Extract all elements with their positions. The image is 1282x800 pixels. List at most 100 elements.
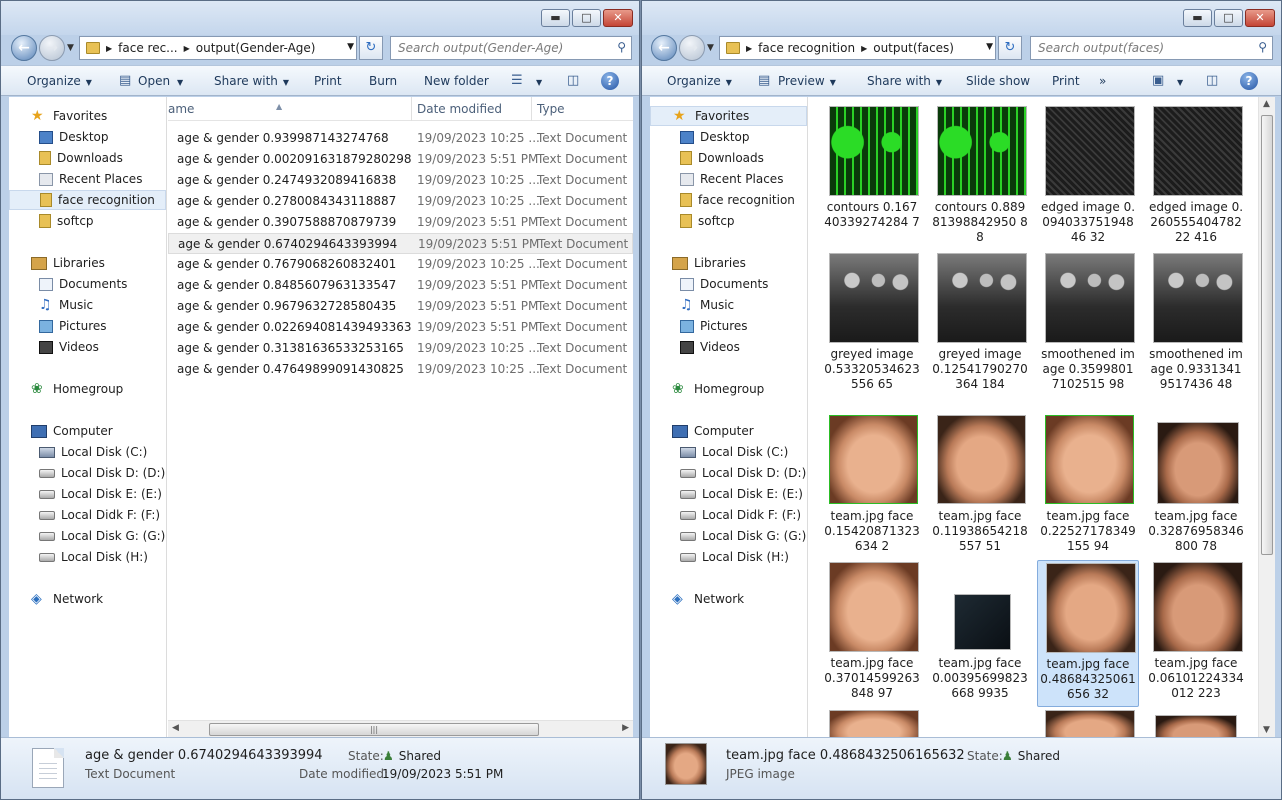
scroll-up-icon[interactable]: ▲ <box>1263 99 1270 109</box>
breadcrumb-output-faces[interactable]: output(faces) <box>873 41 954 55</box>
back-button[interactable]: ← <box>11 35 37 61</box>
nav-libraries[interactable]: Libraries <box>650 253 807 273</box>
file-row[interactable]: age & gender 0.2780084343118887 19/09/202… <box>168 191 633 212</box>
file-row[interactable]: age & gender 0.3907588870879739 19/09/202… <box>168 212 633 233</box>
change-view-icon[interactable]: ▣ <box>1152 73 1164 88</box>
share-with-button[interactable]: Share with ▼ <box>867 74 942 88</box>
title-bar[interactable]: ▬ □ ✕ <box>642 1 1281 35</box>
search-icon[interactable]: ⚲ <box>1258 40 1267 54</box>
help-button[interactable]: ? <box>1240 72 1258 90</box>
nav-libraries[interactable]: Libraries <box>9 253 166 273</box>
nav-videos[interactable]: Videos <box>9 337 166 357</box>
scrollbar-thumb[interactable]: ||| <box>209 723 539 736</box>
view-dropdown-button[interactable]: ▼ <box>1172 74 1183 88</box>
thumbnail-image-partial[interactable] <box>1045 710 1135 737</box>
help-button[interactable]: ? <box>601 72 619 90</box>
nav-downloads[interactable]: Downloads <box>9 148 166 168</box>
nav-disk-e[interactable]: Local Disk E: (E:) <box>9 484 166 504</box>
nav-disk-e[interactable]: Local Disk E: (E:) <box>650 484 807 504</box>
close-button[interactable]: ✕ <box>1245 9 1275 27</box>
preview-pane-icon[interactable]: ◫ <box>1206 73 1218 88</box>
nav-favorites[interactable]: ★ Favorites <box>650 106 807 126</box>
file-row[interactable]: age & gender 0.8485607963133547 19/09/202… <box>168 275 633 296</box>
print-button[interactable]: Print <box>1052 74 1080 88</box>
nav-softcp[interactable]: softcp <box>9 211 166 231</box>
nav-disk-f[interactable]: Local Didk F: (F:) <box>650 505 807 525</box>
nav-disk-f[interactable]: Local Didk F: (F:) <box>9 505 166 525</box>
nav-face-recognition[interactable]: face recognition <box>9 190 166 210</box>
breadcrumb-output-gender-age[interactable]: output(Gender-Age) <box>196 41 316 55</box>
minimize-button[interactable]: ▬ <box>541 9 570 27</box>
breadcrumb-chevron-icon[interactable]: ▶ <box>184 44 190 53</box>
thumbnail-item[interactable]: team.jpg face 0.37014599263848 97 <box>821 560 923 707</box>
nav-disk-h[interactable]: Local Disk (H:) <box>9 547 166 567</box>
file-row[interactable]: age & gender 0.9679632728580435 19/09/202… <box>168 296 633 317</box>
thumbnail-item[interactable]: smoothened image 0.93313419517436 48 <box>1145 251 1247 398</box>
view-dropdown-button[interactable]: ▼ <box>531 74 542 88</box>
thumbnail-item[interactable]: team.jpg face 0.15420871323634 2 <box>821 413 923 560</box>
forward-button[interactable]: → <box>39 35 65 61</box>
nav-disk-h[interactable]: Local Disk (H:) <box>650 547 807 567</box>
nav-music[interactable]: ♫ Music <box>9 295 166 315</box>
breadcrumb-chevron-icon[interactable]: ▶ <box>861 44 867 53</box>
nav-softcp[interactable]: softcp <box>650 211 807 231</box>
nav-documents[interactable]: Documents <box>9 274 166 294</box>
nav-recent-places[interactable]: Recent Places <box>650 169 807 189</box>
nav-computer[interactable]: Computer <box>9 421 166 441</box>
file-row-selected[interactable]: age & gender 0.6740294643393994 19/09/202… <box>168 233 633 254</box>
nav-recent-places[interactable]: Recent Places <box>9 169 166 189</box>
address-bar[interactable]: ▶ face rec... ▶ output(Gender-Age) ▼ <box>79 36 357 60</box>
nav-downloads[interactable]: Downloads <box>650 148 807 168</box>
refresh-button[interactable]: ↻ <box>359 36 383 60</box>
nav-favorites[interactable]: ★ Favorites <box>9 106 166 126</box>
scroll-right-icon[interactable]: ▶ <box>622 723 629 733</box>
search-icon[interactable]: ⚲ <box>617 40 626 54</box>
thumbnail-item[interactable]: team.jpg face 0.06101224334012 223 <box>1145 560 1247 707</box>
vertical-scrollbar[interactable]: ▲ ▼ <box>1258 97 1275 737</box>
file-row[interactable]: age & gender 0.7679068260832401 19/09/202… <box>168 254 633 275</box>
thumbnail-item[interactable]: team.jpg face 0.00395699823668 9935 <box>929 560 1031 707</box>
title-bar[interactable]: ▬ □ ✕ <box>1 1 639 35</box>
more-commands-button[interactable]: » <box>1099 74 1106 88</box>
breadcrumb-chevron-icon[interactable]: ▶ <box>106 44 112 53</box>
thumbnail-item[interactable]: team.jpg face 0.11938654218557 51 <box>929 413 1031 560</box>
column-date-modified[interactable]: Date modified <box>417 102 502 116</box>
address-dropdown-icon[interactable]: ▼ <box>986 42 993 52</box>
recent-pages-dropdown-icon[interactable]: ▼ <box>67 43 74 53</box>
file-row[interactable]: age & gender 0.2474932089416838 19/09/202… <box>168 170 633 191</box>
organize-button[interactable]: Organize ▼ <box>27 74 92 88</box>
nav-disk-c[interactable]: Local Disk (C:) <box>650 442 807 462</box>
file-row[interactable]: age & gender 0.47649899091430825 19/09/20… <box>168 359 633 380</box>
file-row[interactable]: age & gender 0.31381636533253165 19/09/20… <box>168 338 633 359</box>
recent-pages-dropdown-icon[interactable]: ▼ <box>707 43 714 53</box>
thumbnail-item[interactable]: contours 0.88981398842950 88 <box>929 104 1031 251</box>
nav-disk-d[interactable]: Local Disk D: (D:) <box>9 463 166 483</box>
breadcrumb-face-recognition[interactable]: face recognition <box>758 41 855 55</box>
back-button[interactable]: ← <box>651 35 677 61</box>
organize-button[interactable]: Organize ▼ <box>667 74 732 88</box>
file-row[interactable]: age & gender 0.002091631879280298 19/09/2… <box>168 149 633 170</box>
open-dropdown-button[interactable]: ▼ <box>172 74 183 88</box>
file-row[interactable]: age & gender 0.022694081439493363 19/09/2… <box>168 317 633 338</box>
nav-documents[interactable]: Documents <box>650 274 807 294</box>
column-type[interactable]: Type <box>537 102 565 116</box>
nav-pictures[interactable]: Pictures <box>650 316 807 336</box>
thumbnail-item[interactable]: team.jpg face 0.32876958346800 78 <box>1145 413 1247 560</box>
preview-button[interactable]: Preview ▼ <box>778 74 836 88</box>
nav-pictures[interactable]: Pictures <box>9 316 166 336</box>
burn-button[interactable]: Burn <box>369 74 397 88</box>
horizontal-scrollbar[interactable]: ◀ ||| ▶ <box>168 720 633 737</box>
thumbnail-item[interactable]: team.jpg face 0.22527178349155 94 <box>1037 413 1139 560</box>
maximize-button[interactable]: □ <box>1214 9 1243 27</box>
maximize-button[interactable]: □ <box>572 9 601 27</box>
nav-network[interactable]: ◈ Network <box>9 589 166 609</box>
close-button[interactable]: ✕ <box>603 9 633 27</box>
search-input[interactable]: Search output(Gender-Age) ⚲ <box>390 36 632 60</box>
share-with-button[interactable]: Share with ▼ <box>214 74 289 88</box>
column-name[interactable]: ame <box>168 102 194 116</box>
nav-computer[interactable]: Computer <box>650 421 807 441</box>
preview-pane-icon[interactable]: ◫ <box>567 73 579 88</box>
thumbnail-item-selected[interactable]: team.jpg face 0.48684325061656 32 <box>1037 560 1139 707</box>
address-dropdown-icon[interactable]: ▼ <box>347 42 354 52</box>
refresh-button[interactable]: ↻ <box>998 36 1022 60</box>
